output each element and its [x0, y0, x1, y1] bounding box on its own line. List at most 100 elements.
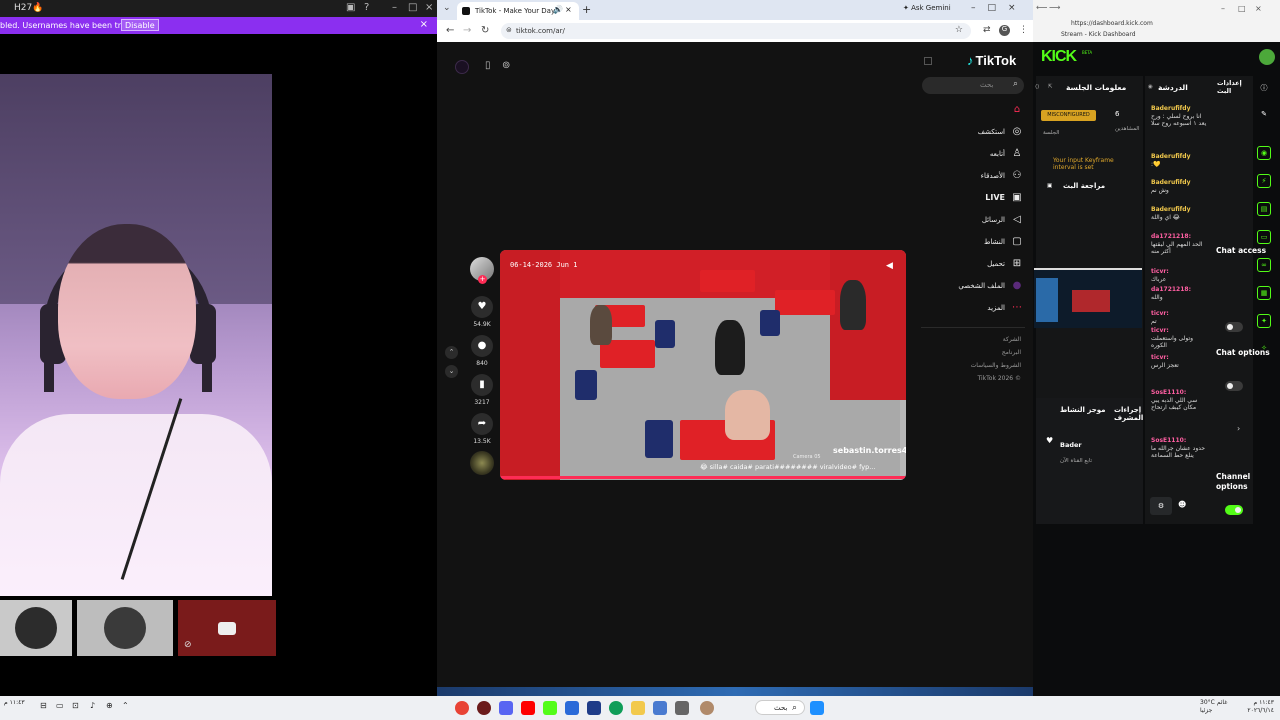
chat-icon[interactable]: ◉: [1148, 84, 1153, 90]
video-caption[interactable]: 😂 silla# caida# parati######## viralvide…: [700, 463, 875, 471]
mail-app-icon[interactable]: [565, 701, 579, 715]
save-button[interactable]: ▮ 3217: [467, 374, 497, 406]
url-field[interactable]: ⊜ tiktok.com/ar/ ☆: [501, 23, 971, 39]
document-icon[interactable]: ▤: [1257, 202, 1271, 216]
menu-icon[interactable]: ⋮: [1019, 25, 1028, 35]
chat-username[interactable]: Baderufifdy: [1151, 105, 1209, 113]
like-button[interactable]: ♥ 54.9K: [467, 296, 497, 328]
chat-access-toggle[interactable]: [1225, 322, 1243, 332]
minimize-icon[interactable]: –: [971, 3, 976, 13]
follow-plus-icon[interactable]: +: [478, 275, 487, 284]
bolt-icon[interactable]: ⚡: [1257, 174, 1271, 188]
chat-username[interactable]: da1721218:: [1151, 233, 1209, 241]
taskbar-tray-icon[interactable]: ⊟: [40, 701, 47, 710]
profile-avatar-icon[interactable]: G: [999, 25, 1010, 36]
music-disc-icon[interactable]: [470, 451, 494, 475]
disable-button[interactable]: Disable: [121, 19, 159, 31]
chat-username[interactable]: da1721218:: [1151, 286, 1209, 294]
tiktok-app-icon[interactable]: ▯: [485, 60, 491, 71]
nav-item-activity[interactable]: النشاط ▢: [984, 236, 1023, 254]
help-icon[interactable]: ?: [364, 2, 369, 13]
nav-item-more[interactable]: المزيد ⋯: [987, 302, 1023, 320]
reload-icon[interactable]: ↻: [481, 25, 489, 36]
close-icon[interactable]: ×: [1008, 3, 1016, 13]
taskbar-tray-icon[interactable]: ⊡: [72, 701, 79, 710]
word-app-icon[interactable]: [587, 701, 601, 715]
expand-icon[interactable]: ⟨⟩: [1035, 84, 1039, 90]
camera-tool-icon[interactable]: ◉: [1257, 146, 1271, 160]
chevron-down-icon[interactable]: ⌄: [445, 365, 458, 378]
nav-item-following[interactable]: أتابعه ♙: [990, 148, 1023, 166]
site-info-icon[interactable]: ⊜: [506, 26, 512, 34]
popout-icon[interactable]: ⇱: [1048, 84, 1053, 90]
nav-item-profile[interactable]: الملف الشخصي ●: [958, 280, 1023, 298]
tab-search-icon[interactable]: ⌄: [443, 3, 451, 13]
nav-item-home[interactable]: ⌂: [1005, 104, 1023, 122]
video-player[interactable]: 06-14-2026 Jun 1 ◀ sebastin.torres4 Came…: [500, 250, 906, 480]
speaker-icon[interactable]: 🔊: [553, 5, 563, 14]
chrome-app-icon[interactable]: [455, 701, 469, 715]
chevron-up-icon[interactable]: ⌃: [445, 346, 458, 359]
back-icon[interactable]: ⟵: [1036, 3, 1047, 12]
collapse-sidebar-icon[interactable]: [924, 57, 932, 65]
forward-icon[interactable]: →: [463, 25, 471, 36]
start-windows-icon[interactable]: [810, 701, 824, 715]
chat-settings-button[interactable]: ⚙: [1150, 497, 1172, 515]
emoji-icon[interactable]: ☻: [1178, 500, 1186, 509]
window-icon[interactable]: ▣: [346, 2, 355, 13]
new-tab-button[interactable]: +: [582, 3, 591, 16]
taskbar-tray-icon[interactable]: ♪: [90, 701, 95, 710]
video-username[interactable]: sebastin.torres4: [833, 446, 906, 455]
maximize-icon[interactable]: □: [408, 2, 417, 13]
nav-item-live[interactable]: LIVE ▣: [985, 192, 1023, 210]
footer-link[interactable]: الشركة: [1003, 336, 1021, 343]
link-icon[interactable]: ∞: [1257, 258, 1271, 272]
chevron-up-icon[interactable]: ⌃: [122, 701, 129, 710]
forward-icon[interactable]: ⟶: [1049, 3, 1060, 12]
chat-username[interactable]: ticvr:: [1151, 354, 1209, 362]
edit-icon[interactable]: ✎: [1257, 108, 1271, 122]
obs-app-icon[interactable]: [477, 701, 491, 715]
creator-avatar[interactable]: +: [470, 257, 494, 284]
comment-button[interactable]: ● 840: [467, 335, 497, 367]
banner-close-icon[interactable]: ×: [420, 19, 428, 30]
maximize-icon[interactable]: □: [1238, 4, 1246, 13]
chat-username[interactable]: SosE1110:: [1151, 389, 1209, 397]
maximize-icon[interactable]: □: [988, 3, 997, 13]
nav-item-upload[interactable]: تحميل ⊞: [987, 258, 1023, 276]
edge-app-icon[interactable]: [609, 701, 623, 715]
taskbar-search[interactable]: بحث ⌕: [755, 700, 805, 715]
avatar[interactable]: [1259, 49, 1275, 65]
tab-tiktok[interactable]: TikTok - Make Your Day 🔊 ×: [457, 2, 579, 20]
chat-username[interactable]: Baderufifdy: [1151, 206, 1209, 214]
nav-item-friends[interactable]: الأصدقاء ⚇: [981, 170, 1023, 188]
tiktok-effects-icon[interactable]: ⊚: [502, 60, 510, 71]
bookmark-star-icon[interactable]: ☆: [955, 25, 963, 35]
chat-username[interactable]: ticvr:: [1151, 327, 1209, 335]
back-icon[interactable]: ←: [446, 25, 454, 36]
volume-icon[interactable]: ◀: [886, 261, 893, 271]
taskbar-tray-icon[interactable]: ▭: [56, 701, 64, 710]
source-thumbnail[interactable]: [0, 600, 72, 656]
video-progress-bar[interactable]: [500, 476, 906, 479]
chat-username[interactable]: Baderufifdy: [1151, 179, 1209, 187]
kick-logo[interactable]: KICK: [1041, 48, 1077, 66]
close-icon[interactable]: ×: [425, 2, 433, 13]
terminal-app-icon[interactable]: [675, 701, 689, 715]
ask-gemini-button[interactable]: ✦ Ask Gemini: [903, 4, 961, 17]
footer-link[interactable]: الشروط والسياسات: [971, 362, 1021, 369]
sparkle-icon[interactable]: ✧: [1257, 342, 1271, 356]
file-explorer-icon[interactable]: [631, 701, 645, 715]
close-icon[interactable]: ×: [1255, 4, 1262, 13]
chat-options-toggle[interactable]: [1225, 381, 1243, 391]
widgets-icon[interactable]: [700, 701, 714, 715]
taskbar-clock[interactable]: ١١:٤٣ م ٢٠٢٦/٦/١٤: [1238, 699, 1274, 715]
chat-tool-icon[interactable]: ▭: [1257, 230, 1271, 244]
info-icon[interactable]: ⓘ: [1257, 82, 1271, 96]
chat-username[interactable]: Baderufifdy: [1151, 153, 1209, 161]
stream-review-label[interactable]: مراجعة البث: [1063, 182, 1105, 190]
chat-username[interactable]: SosE1110:: [1151, 437, 1209, 445]
chevron-right-icon[interactable]: ›: [1237, 424, 1240, 433]
footer-link[interactable]: البرنامج: [1002, 349, 1021, 356]
channel-options-toggle[interactable]: [1225, 505, 1243, 515]
